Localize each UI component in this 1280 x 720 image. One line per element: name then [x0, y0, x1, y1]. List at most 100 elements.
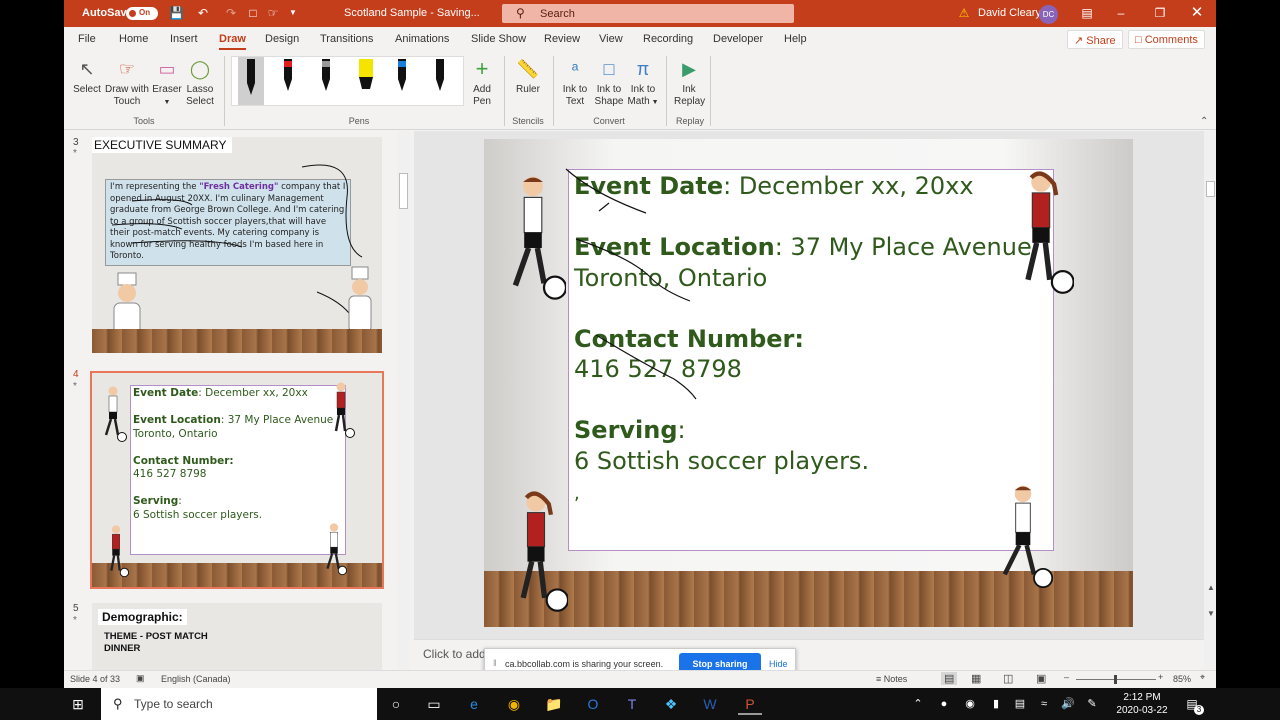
ruler-button[interactable]: 📏 Ruler [512, 57, 544, 96]
tray-app-icon[interactable]: ● [932, 693, 956, 715]
select-button[interactable]: ↖ Select [72, 57, 102, 96]
pen-red[interactable] [280, 59, 296, 97]
slide-thumbnail-5[interactable]: Demographic: THEME - POST MATCH DINNER [92, 603, 382, 670]
slide-scrollbar[interactable]: ▲ ▼ [1204, 131, 1216, 670]
app-icon[interactable]: ❖ [659, 693, 683, 715]
pen-black-selected[interactable] [238, 57, 264, 105]
search-box[interactable]: ⚲ Search [502, 4, 794, 23]
tab-view[interactable]: View [599, 33, 623, 45]
battery-icon[interactable]: ▮ [984, 693, 1008, 715]
powerpoint-icon[interactable]: P [738, 693, 762, 715]
add-pen-button[interactable]: + Add Pen [468, 57, 496, 108]
tab-file[interactable]: File [78, 33, 96, 45]
ink-to-text-button[interactable]: ᵃ Ink to Text [560, 57, 590, 108]
tab-transitions[interactable]: Transitions [320, 33, 373, 45]
tray-chevron-icon[interactable]: ⌃ [906, 693, 930, 715]
scroll-thumb[interactable] [399, 173, 408, 209]
tab-design[interactable]: Design [265, 33, 299, 45]
cortana-icon[interactable]: ○ [384, 693, 408, 715]
slide-thumbnail-3[interactable]: EXECUTIVE SUMMARY I'm representing the "… [92, 137, 382, 353]
user-name[interactable]: David Cleary [978, 7, 1041, 19]
tab-recording[interactable]: Recording [643, 33, 693, 45]
tab-draw[interactable]: Draw [219, 33, 246, 50]
current-slide[interactable]: Event Date: December xx, 20xx Event Loca… [484, 139, 1133, 627]
thumb5-sub-1: THEME - POST MATCH [104, 631, 208, 642]
ink-to-math-button[interactable]: π Ink to Math ▼ [627, 57, 659, 109]
tab-slide-show[interactable]: Slide Show [471, 33, 526, 45]
thumbnail-scrollbar[interactable] [397, 131, 410, 670]
hide-button[interactable]: Hide [769, 659, 788, 669]
drag-handle-icon[interactable]: ‖ [493, 658, 497, 668]
chrome-icon[interactable]: ◉ [502, 693, 526, 715]
lasso-select-button[interactable]: ◯ Lasso Select [184, 57, 216, 108]
pen-workspace-icon[interactable]: ✎ [1080, 693, 1104, 715]
normal-view-icon[interactable]: ▤ [941, 672, 958, 685]
clock[interactable]: 2:12 PM 2020-03-22 [1114, 691, 1170, 717]
pen-black-2[interactable] [432, 59, 448, 97]
touch-icon[interactable]: ☞ [266, 6, 280, 20]
taskbar-search[interactable]: ⚲ Type to search [101, 688, 377, 720]
eraser-button[interactable]: ▭ Eraser ▼ [152, 57, 182, 109]
network-icon[interactable]: ▤ [1008, 693, 1032, 715]
tab-review[interactable]: Review [544, 33, 580, 45]
zoom-out-icon[interactable]: – [1064, 672, 1069, 682]
share-button[interactable]: ↗ Share [1067, 30, 1123, 49]
highlighter-yellow[interactable] [356, 59, 376, 97]
present-icon[interactable]: □ [246, 6, 260, 20]
ink-replay-button[interactable]: ▶ Ink Replay [674, 57, 705, 108]
tab-help[interactable]: Help [784, 33, 807, 45]
maximize-icon[interactable]: ❐ [1153, 6, 1167, 20]
slide-number-5: 5 [73, 603, 79, 614]
outlook-icon[interactable]: O [581, 693, 605, 715]
autosave-toggle[interactable]: On [126, 7, 158, 20]
close-icon[interactable]: ✕ [1190, 5, 1204, 20]
avatar[interactable]: DC [1039, 5, 1058, 24]
redo-icon[interactable]: ↷ [224, 6, 238, 20]
zoom-level[interactable]: 85% [1173, 674, 1191, 684]
notes-button[interactable]: ≡ Notes [876, 674, 907, 684]
language[interactable]: English (Canada) [161, 674, 231, 684]
edge-icon[interactable]: e [462, 693, 486, 715]
zoom-slider-thumb[interactable] [1114, 675, 1117, 684]
pen-gray[interactable] [318, 59, 334, 97]
draw-with-touch-button[interactable]: ☞ Draw with Touch [104, 57, 150, 108]
tray-record-icon[interactable]: ◉ [958, 693, 982, 715]
zoom-slider[interactable] [1076, 675, 1156, 684]
tab-animations[interactable]: Animations [395, 33, 449, 45]
separator [224, 56, 225, 126]
slide-sorter-icon[interactable]: ▦ [971, 672, 981, 685]
minimize-icon[interactable]: – [1114, 6, 1128, 20]
chevron-up-icon[interactable]: ▲ [1207, 583, 1215, 592]
zoom-in-icon[interactable]: + [1158, 672, 1163, 682]
pen-blue[interactable] [394, 59, 410, 97]
comments-label: Comments [1144, 34, 1198, 46]
task-view-icon[interactable]: ▭ [422, 693, 446, 715]
word-icon[interactable]: W [698, 693, 722, 715]
ribbon-display-icon[interactable]: ▤ [1080, 6, 1094, 20]
volume-icon[interactable]: 🔊 [1056, 693, 1080, 715]
save-icon[interactable]: 💾 [169, 6, 184, 20]
warning-icon[interactable]: ⚠ [957, 6, 971, 20]
wifi-icon[interactable]: ≈ [1032, 693, 1056, 715]
tab-home[interactable]: Home [119, 33, 148, 45]
document-title[interactable]: Scotland Sample - Saving... [344, 7, 480, 19]
fit-slide-icon[interactable]: ⌖ [1200, 672, 1205, 683]
windows-start-icon[interactable]: ⊞ [66, 693, 90, 715]
animation-star-icon: * [73, 615, 77, 626]
group-tools: Tools [133, 116, 155, 126]
customize-qat-icon[interactable]: ▼ [286, 6, 300, 20]
tab-insert[interactable]: Insert [170, 33, 198, 45]
reading-view-icon[interactable]: ◫ [1003, 672, 1013, 685]
scroll-thumb[interactable] [1206, 181, 1215, 197]
undo-icon[interactable]: ↶ [196, 6, 210, 20]
accessibility-icon[interactable]: ▣ [136, 673, 145, 684]
file-explorer-icon[interactable]: 📁 [542, 693, 566, 715]
chevron-down-icon[interactable]: ▼ [1207, 609, 1215, 618]
slideshow-icon[interactable]: ▣ [1036, 672, 1046, 685]
ink-to-shape-button[interactable]: □ Ink to Shape [594, 57, 624, 108]
slide-thumbnail-4-selected[interactable]: Event Date: December xx, 20xx Event Loca… [90, 371, 384, 589]
teams-icon[interactable]: T [620, 693, 644, 715]
comments-button[interactable]: □ Comments [1128, 30, 1205, 49]
tab-developer[interactable]: Developer [713, 33, 763, 45]
collapse-ribbon-icon[interactable]: ⌃ [1200, 116, 1208, 127]
